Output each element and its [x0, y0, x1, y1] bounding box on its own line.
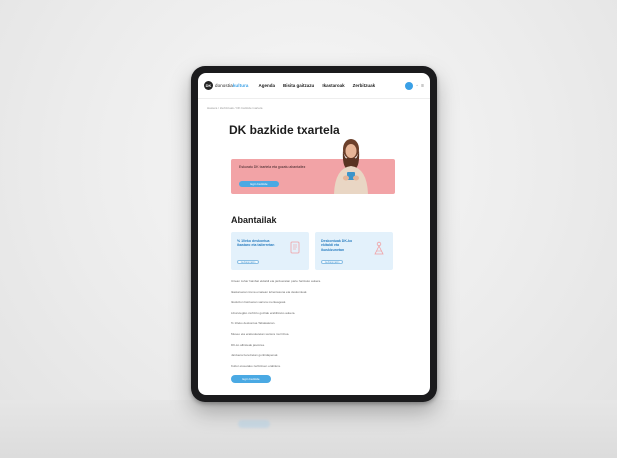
- floor-surface: [0, 400, 617, 458]
- globe-icon[interactable]: ◦: [416, 83, 418, 89]
- tablet-device: DK donostiakultura Agenda Bisita gaitzaz…: [191, 66, 437, 402]
- list-item: Ikastaroetan izena ematean lehentasuna e…: [231, 289, 308, 294]
- nav-item-services[interactable]: Zerbitzuak: [353, 83, 376, 88]
- join-button[interactable]: Egin bazkide: [231, 375, 271, 383]
- list-item: DK-ko albisteak jasotzea.: [231, 342, 265, 347]
- list-item: Jarduera berezietan gonbidapenak.: [231, 353, 279, 358]
- user-icon[interactable]: [405, 81, 414, 90]
- nav-menu: Agenda Bisita gaitzazu Ikastaroak Zerbit…: [259, 83, 376, 88]
- benefit-card-text: % 10eko deskontua ikastaro eta tailerret…: [237, 239, 275, 248]
- nav-item-agenda[interactable]: Agenda: [259, 83, 276, 88]
- tablet-screen: DK donostiakultura Agenda Bisita gaitzaz…: [198, 73, 430, 395]
- top-navigation: DK donostiakultura Agenda Bisita gaitzaz…: [198, 73, 430, 99]
- nav-right: ◦ ≡: [405, 81, 424, 90]
- logo-text[interactable]: donostiakultura: [215, 83, 249, 88]
- benefit-card[interactable]: % 10eko deskontua ikastaro eta tailerret…: [231, 232, 309, 270]
- list-item: Urtean zehar hainbat ekitaldi eta jardue…: [231, 279, 322, 283]
- list-item: Ikuskizun batzuetan sarrera merkeagoak.: [231, 300, 287, 305]
- person-image: [334, 139, 368, 194]
- promo-banner: Eskuratu DK txartela eta gozatu abantail…: [231, 139, 395, 194]
- logo-icon[interactable]: DK: [204, 81, 213, 90]
- logo-suffix: kultura: [232, 83, 249, 88]
- promo-join-button[interactable]: Egin bazkide: [239, 181, 279, 187]
- document-icon: [290, 241, 300, 254]
- ticket-icon: [374, 241, 384, 255]
- nav-item-courses[interactable]: Ikastaroak: [322, 83, 344, 88]
- menu-icon[interactable]: ≡: [421, 83, 424, 89]
- benefit-card-button[interactable]: Gehiago jakin: [237, 260, 259, 264]
- list-item: Kultur etxeetako zerbitzuen erabilera.: [231, 363, 281, 368]
- list-item: Museo eta erakusketetan sarrera murriztu…: [231, 331, 290, 336]
- benefit-card-text: Deskontuak DK-ko ekitaldi eta ikuskizune…: [321, 239, 353, 252]
- benefits-title: Abantailak: [231, 215, 277, 225]
- page-title: DK bazkide txartela: [229, 123, 340, 137]
- benefit-card[interactable]: Deskontuak DK-ko ekitaldi eta ikuskizune…: [315, 232, 393, 270]
- list-item: Liburutegiko zerbitzu guztiak erabiltzek…: [231, 310, 296, 315]
- nav-item-visit[interactable]: Bisita gaitzazu: [283, 83, 314, 88]
- list-item: % 10eko deskontua Tabakaleran.: [231, 321, 276, 326]
- button-reflection: [238, 420, 270, 428]
- benefits-list: Urtean zehar hainbat ekitaldi eta jardue…: [231, 279, 401, 374]
- promo-text: Eskuratu DK txartela eta gozatu abantail…: [239, 165, 306, 169]
- logo-prefix: donostia: [215, 83, 233, 88]
- breadcrumb[interactable]: Hasiera / Zerbitzuak / DK bazkide txarte…: [207, 106, 262, 110]
- benefit-card-button[interactable]: Gehiago jakin: [321, 260, 343, 264]
